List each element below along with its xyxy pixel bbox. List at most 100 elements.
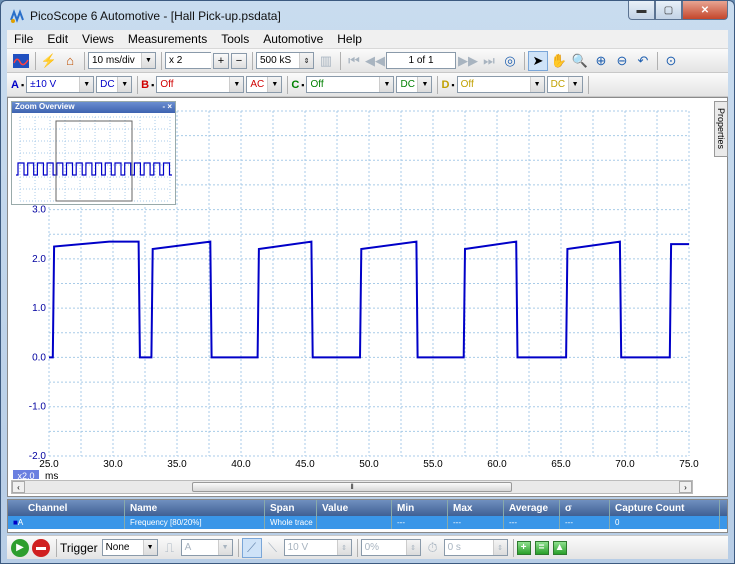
channel-a-range-select[interactable]: ±10 V ▼	[26, 76, 95, 93]
prev-page-icon[interactable]: ◀◀	[365, 51, 385, 71]
menu-measurements[interactable]: Measurements	[121, 32, 214, 46]
column-header[interactable]: Average	[504, 500, 560, 516]
trigger-edge-icon[interactable]: ⎍	[160, 538, 180, 558]
persistence-icon[interactable]: ▥	[316, 51, 336, 71]
stop-icon[interactable]: ▬	[32, 538, 50, 557]
trigger-channel-select[interactable]: A ▼	[180, 539, 233, 556]
column-header[interactable]: Capture Count	[610, 500, 720, 516]
column-header[interactable]: Value	[317, 500, 392, 516]
add-measurement-icon[interactable]: +	[516, 540, 531, 555]
table-cell	[317, 516, 392, 529]
delay-icon[interactable]: ⏱	[423, 538, 443, 558]
measurements-table: Channel Name Span Value Min Max Average σ Captur…	[7, 499, 728, 533]
x-tick-label: 60.0	[487, 459, 507, 470]
column-header[interactable]: Name	[125, 500, 265, 516]
channel-d-coupling-select[interactable]: DC ▼	[546, 76, 583, 93]
zoom-overview-controls[interactable]: - ×	[162, 102, 172, 113]
measurements-header: Channel Name Span Value Min Max Average σ Captur…	[8, 500, 727, 516]
timebase-select[interactable]: 10 ms/div ▼	[88, 52, 156, 69]
zoom-in-icon[interactable]: ⊕	[591, 51, 611, 71]
delete-measurement-icon[interactable]: ▲	[552, 540, 567, 555]
edit-measurement-icon[interactable]: =	[534, 540, 549, 555]
properties-tab[interactable]: Properties	[714, 101, 728, 157]
samples-field[interactable]: 500 kS ⇕	[256, 52, 314, 69]
probe-icon[interactable]: ▪	[301, 80, 304, 90]
channel-d-label[interactable]: D	[441, 79, 449, 91]
zoom-overview-trace[interactable]	[12, 113, 175, 204]
zoom-overview-panel[interactable]: Zoom Overview - ×	[11, 101, 176, 205]
close-button[interactable]: ✕	[682, 1, 728, 20]
y-tick-label: -1.0	[29, 402, 47, 413]
hand-icon[interactable]: ✋	[549, 51, 569, 71]
menu-views[interactable]: Views	[75, 32, 121, 46]
probe-icon[interactable]: ▪	[21, 80, 24, 90]
scroll-left-icon[interactable]: ‹	[12, 481, 25, 493]
spinner-icon: ⇕	[405, 540, 420, 555]
probe-icon[interactable]: ▪	[451, 80, 454, 90]
channel-c-label[interactable]: C	[291, 79, 299, 91]
trigger-mode-select[interactable]: None ▼	[101, 539, 158, 556]
auto-setup-icon[interactable]: ⚡	[39, 51, 59, 71]
zoom-plus-button[interactable]: +	[213, 52, 229, 69]
scope-mode-icon[interactable]	[11, 51, 31, 71]
maximize-button[interactable]: ▢	[655, 1, 682, 20]
table-cell: ---	[448, 516, 504, 529]
column-header[interactable]: Channel	[8, 500, 125, 516]
picoscope-logo-icon	[9, 8, 25, 24]
rising-edge-icon[interactable]: ⟋	[241, 537, 262, 558]
chevron-down-icon: ▼	[217, 540, 232, 555]
chevron-down-icon: ▼	[79, 77, 94, 92]
menu-help[interactable]: Help	[330, 32, 369, 46]
pointer-icon[interactable]: ➤	[528, 50, 548, 71]
falling-edge-icon[interactable]: ⟍	[263, 538, 283, 558]
menu-automotive[interactable]: Automotive	[256, 32, 330, 46]
menu-edit[interactable]: Edit	[40, 32, 75, 46]
zoom-icon[interactable]: 🔍	[570, 51, 590, 71]
coupling-value: DC	[100, 79, 115, 90]
zoom-fit-icon[interactable]: ⊙	[661, 51, 681, 71]
pretrigger-field[interactable]: 0% ⇕	[360, 539, 421, 556]
menu-file[interactable]: File	[7, 32, 40, 46]
home-icon[interactable]: ⌂	[60, 51, 80, 71]
column-header[interactable]: σ	[560, 500, 610, 516]
channel-b-label[interactable]: B	[141, 79, 149, 91]
menu-tools[interactable]: Tools	[214, 32, 256, 46]
channel-c-range-select[interactable]: Off ▼	[306, 76, 395, 93]
column-header[interactable]: Span	[265, 500, 317, 516]
zoom-region-handle[interactable]	[55, 120, 133, 202]
delay-field[interactable]: 0 s ⇕	[443, 539, 508, 556]
channel-b-range-select[interactable]: Off ▼	[156, 76, 245, 93]
table-cell: ■ A	[8, 516, 125, 529]
x-tick-label: 40.0	[231, 459, 251, 470]
channel-c-coupling-select[interactable]: DC ▼	[396, 76, 433, 93]
channel-a-coupling-select[interactable]: DC ▼	[96, 76, 133, 93]
channel-a-label[interactable]: A	[11, 79, 19, 91]
x-tick-label: 45.0	[295, 459, 315, 470]
channel-d-range-select[interactable]: Off ▼	[456, 76, 545, 93]
chevron-down-icon: ▼	[567, 77, 582, 92]
compass-icon[interactable]: ◎	[500, 51, 520, 71]
spinner-icon: ⇕	[336, 540, 351, 555]
x-tick-label: 30.0	[103, 459, 123, 470]
start-icon[interactable]: ▶	[11, 538, 29, 557]
channel-b-coupling-select[interactable]: AC ▼	[246, 76, 283, 93]
table-row[interactable]: ■ A Frequency [80/20%] Whole trace --- --- --…	[8, 516, 727, 529]
scroll-right-icon[interactable]: ›	[679, 481, 692, 493]
first-page-icon[interactable]: ⏮	[344, 51, 364, 71]
zoom-out-icon[interactable]: ⊖	[612, 51, 632, 71]
last-page-icon[interactable]: ⏭	[479, 51, 499, 71]
samples-value: 500 kS	[260, 55, 292, 66]
undo-zoom-icon[interactable]: ↶	[633, 51, 653, 71]
table-cell: Whole trace	[265, 516, 317, 529]
scroll-thumb[interactable]: ⦀	[192, 482, 512, 492]
minimize-button[interactable]: ▬	[628, 1, 655, 20]
probe-icon[interactable]: ▪	[151, 80, 154, 90]
trigger-level-field[interactable]: 10 V ⇕	[283, 539, 352, 556]
zoom-factor-field[interactable]: x 2	[165, 52, 211, 69]
next-page-icon[interactable]: ▶▶	[458, 51, 478, 71]
column-header[interactable]: Max	[448, 500, 504, 516]
horizontal-scrollbar[interactable]: ‹ ⦀ ›	[11, 480, 693, 494]
window-title: PicoScope 6 Automotive - [Hall Pick-up.p…	[30, 8, 281, 23]
zoom-minus-button[interactable]: −	[231, 52, 247, 69]
column-header[interactable]: Min	[392, 500, 448, 516]
